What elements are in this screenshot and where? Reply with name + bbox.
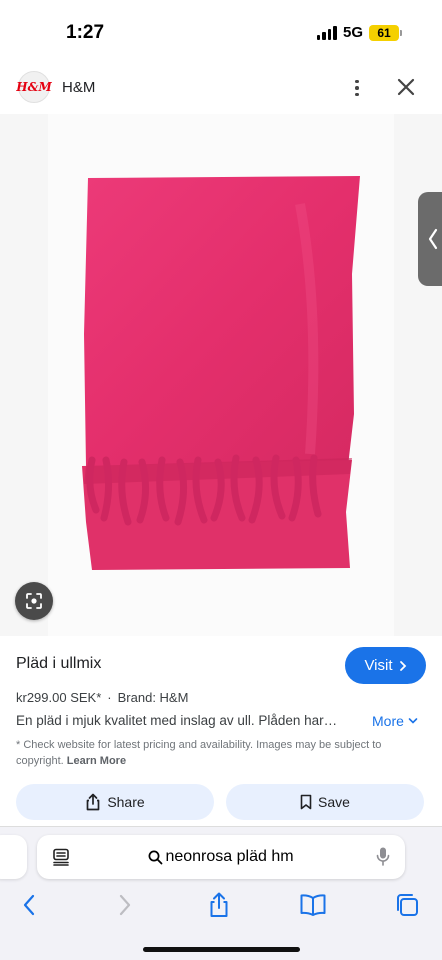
- close-icon[interactable]: [393, 74, 419, 100]
- browser-toolbar: [0, 887, 442, 923]
- signal-icon: [316, 25, 337, 40]
- tabs-icon: [397, 894, 418, 916]
- status-bar: 1:27 5G 61: [0, 0, 442, 60]
- share-label: Share: [107, 794, 145, 810]
- share-button[interactable]: Share: [16, 784, 214, 820]
- save-button[interactable]: Save: [226, 784, 424, 820]
- search-query-wrap: neonrosa pläd hm: [37, 848, 405, 866]
- product-brand: Brand: H&M: [117, 690, 189, 705]
- chevron-left-icon: [428, 228, 438, 250]
- search-query: neonrosa pläd hm: [165, 848, 294, 865]
- hm-logo: H&M: [16, 71, 52, 103]
- microphone-icon[interactable]: [375, 846, 391, 868]
- bookmark-icon: [300, 794, 312, 810]
- separator: ·: [107, 690, 112, 705]
- result-header: H&M H&M: [0, 66, 442, 112]
- home-indicator: [143, 947, 300, 952]
- status-time: 1:27: [66, 22, 105, 43]
- product-image: [82, 176, 360, 570]
- more-button[interactable]: More: [372, 713, 418, 729]
- back-button[interactable]: [15, 891, 43, 919]
- save-label: Save: [318, 794, 350, 810]
- search-icon: [149, 850, 163, 864]
- bookmarks-button[interactable]: [299, 891, 327, 919]
- google-lens-button[interactable]: [15, 582, 53, 620]
- more-options-icon[interactable]: [350, 76, 364, 100]
- battery-level: 61: [369, 24, 399, 41]
- chevron-right-icon: [399, 660, 406, 671]
- product-title[interactable]: Pläd i ullmix: [16, 655, 101, 673]
- share-icon: [210, 892, 228, 917]
- disclaimer: * Check website for latest pricing and a…: [16, 737, 428, 769]
- learn-more-link[interactable]: Learn More: [67, 755, 126, 767]
- tabs-button[interactable]: [393, 891, 421, 919]
- chevron-left-icon: [23, 894, 35, 916]
- share-icon: [86, 793, 100, 811]
- previous-tab[interactable]: [0, 835, 27, 879]
- lens-icon: [26, 593, 42, 609]
- product-price: kr299.00 SEK*: [16, 690, 102, 705]
- site-name[interactable]: H&M: [62, 79, 95, 96]
- forward-button[interactable]: [111, 891, 139, 919]
- more-label: More: [372, 713, 404, 729]
- book-icon: [300, 894, 326, 916]
- battery-icon: 61: [369, 24, 402, 41]
- visit-label: Visit: [364, 657, 393, 674]
- status-indicators: 5G 61: [316, 24, 402, 41]
- product-image-area[interactable]: [0, 114, 442, 636]
- network-type: 5G: [342, 24, 363, 41]
- chevron-down-icon: [408, 718, 418, 724]
- side-panel-tab[interactable]: [418, 192, 442, 286]
- browser-chrome: neonrosa pläd hm: [0, 826, 442, 960]
- chevron-right-icon: [119, 894, 131, 916]
- visit-button[interactable]: Visit: [345, 647, 426, 684]
- address-bar[interactable]: neonrosa pläd hm: [37, 835, 405, 879]
- share-sheet-button[interactable]: [205, 891, 233, 919]
- price-row: kr299.00 SEK* · Brand: H&M: [16, 690, 188, 705]
- product-description: En pläd i mjuk kvalitet med inslag av ul…: [16, 713, 338, 728]
